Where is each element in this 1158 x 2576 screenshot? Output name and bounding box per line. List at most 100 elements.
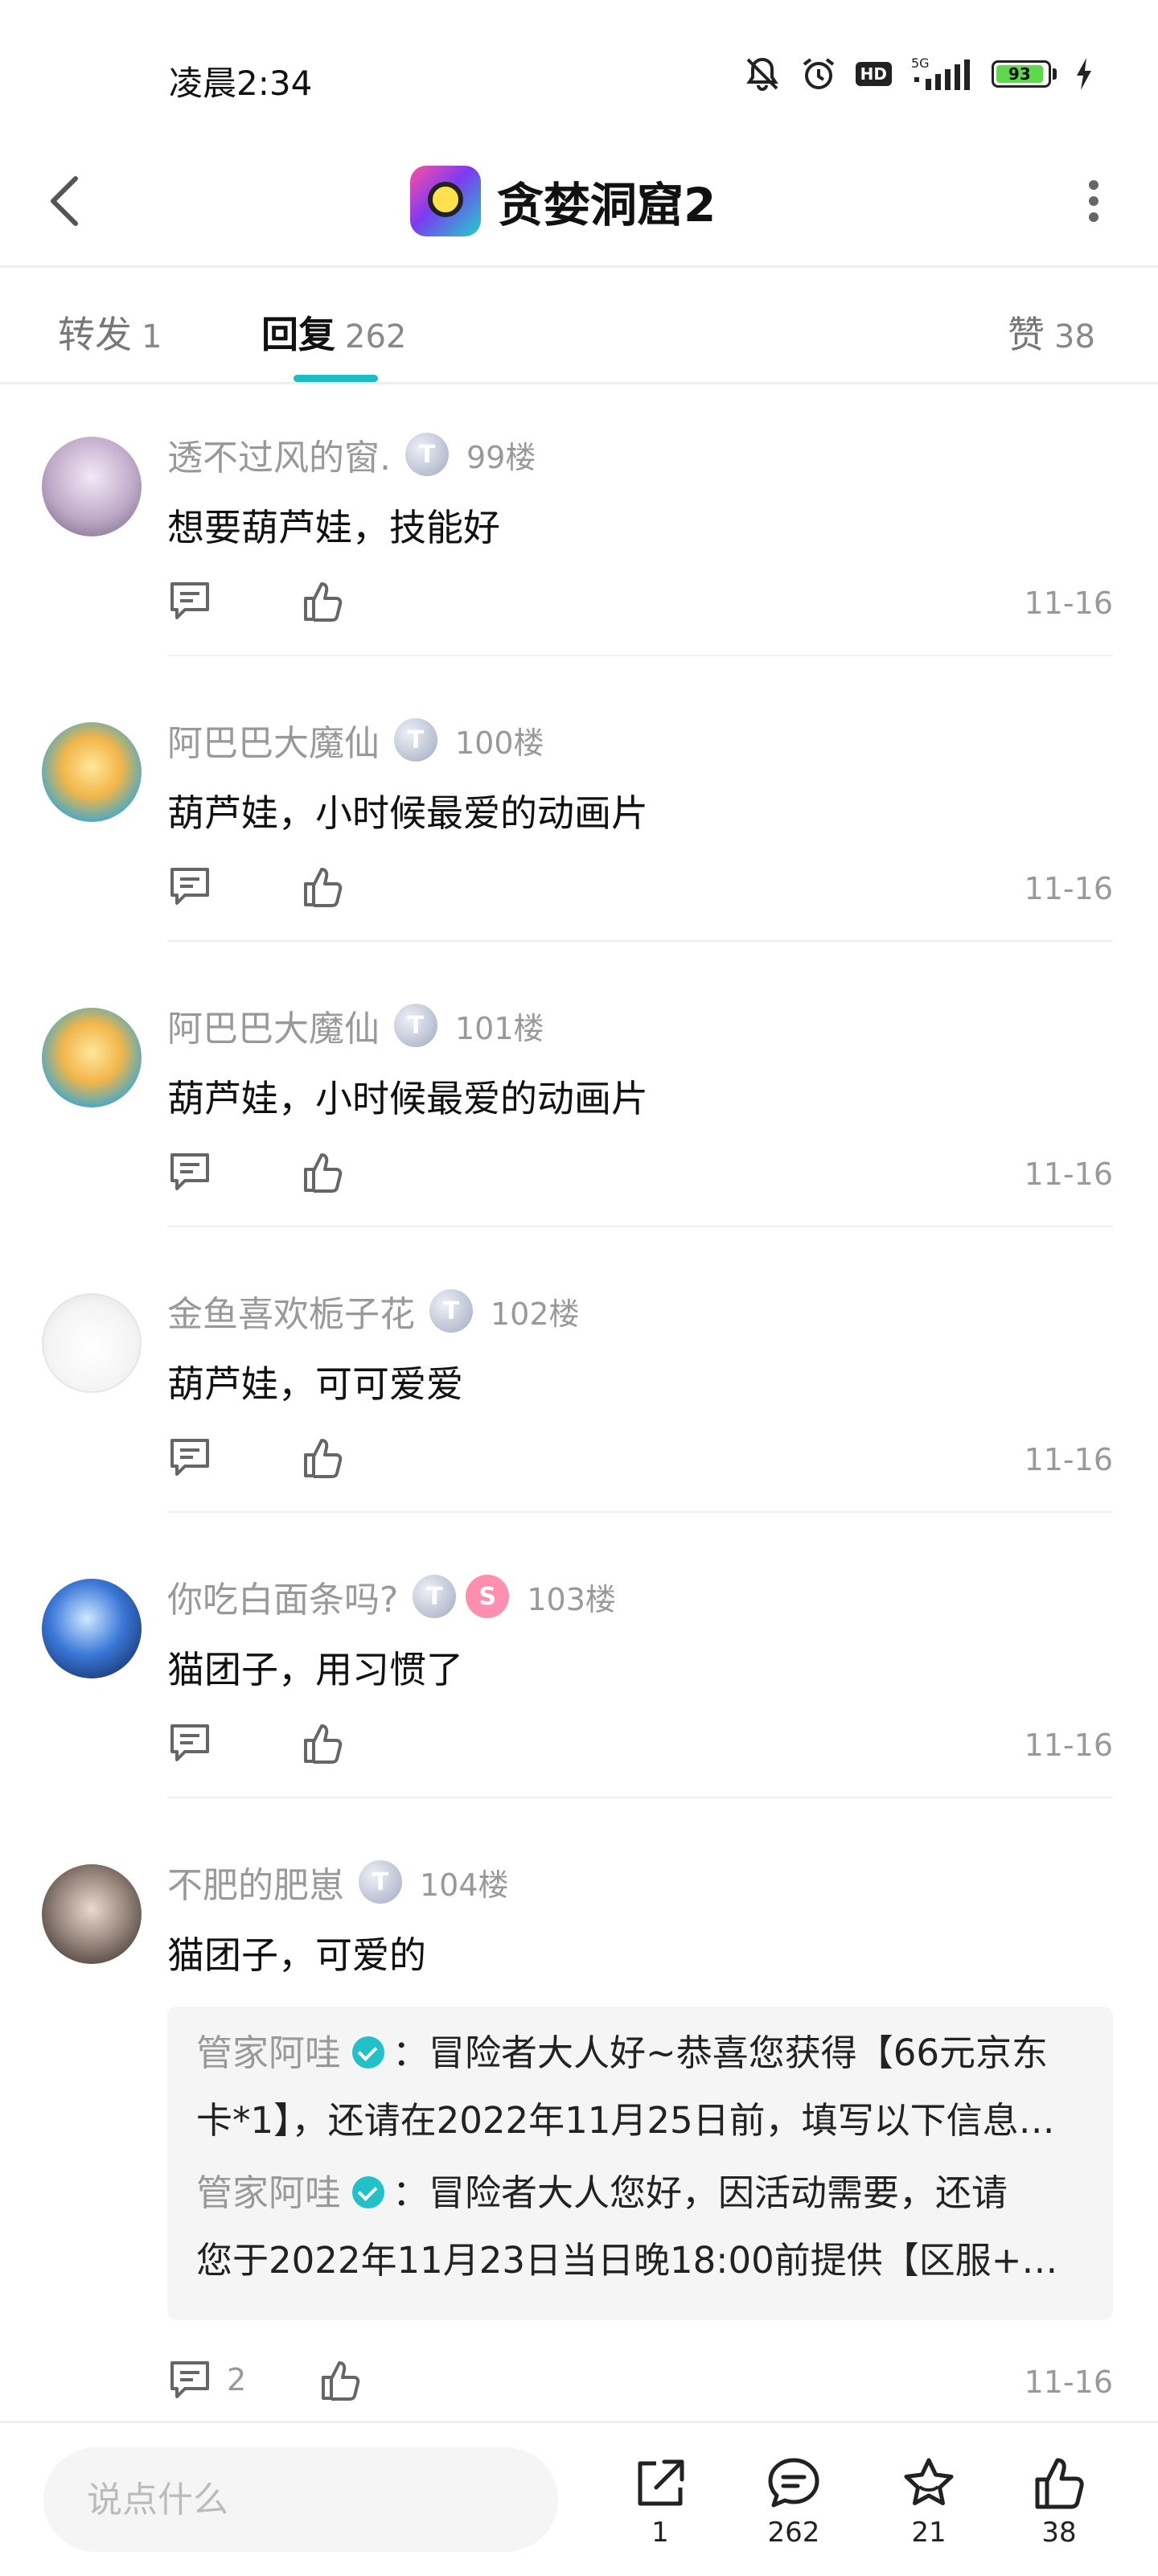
- avatar[interactable]: [42, 1293, 142, 1393]
- hd-icon: HD: [855, 62, 892, 86]
- comment-date: 11-16: [1024, 2364, 1113, 2400]
- floor-number: 99楼: [466, 439, 536, 475]
- sub-reply-author[interactable]: 管家阿哇: [196, 2171, 341, 2214]
- more-dots-icon: [1089, 180, 1098, 222]
- game-icon: [410, 166, 481, 236]
- tab-forward[interactable]: 转发 1: [58, 306, 162, 359]
- username[interactable]: 透不过风的窗.: [167, 429, 391, 480]
- special-badge-icon: S: [466, 1575, 510, 1618]
- tab-label: 转发: [58, 313, 132, 356]
- tab-bar: 转发 1 回复 262 赞 38: [0, 273, 1158, 382]
- tab-count: 262: [345, 318, 407, 355]
- like-button[interactable]: [301, 865, 344, 908]
- network-label: 5G: [911, 55, 930, 71]
- favorite-count: 21: [911, 2516, 947, 2549]
- favorite-button[interactable]: 21: [885, 2455, 973, 2549]
- thumbs-up-icon: [304, 582, 343, 622]
- avatar[interactable]: [42, 1864, 142, 1964]
- level-badge-icon: T: [394, 1004, 437, 1047]
- divider: [167, 940, 1113, 942]
- like-button[interactable]: [301, 1150, 344, 1194]
- back-button[interactable]: [32, 169, 96, 233]
- sub-reply-line: 管家阿哇 ：冒险者大人您好，因活动需要，还请: [196, 2159, 1084, 2227]
- tab-label: 赞: [1008, 313, 1045, 356]
- comment-text[interactable]: 葫芦娃，可可爱爱: [167, 1355, 463, 1408]
- comment-text[interactable]: 葫芦娃，小时候最爱的动画片: [167, 1070, 648, 1123]
- verified-check-icon: [352, 2176, 385, 2208]
- comment-text[interactable]: 猫团子，可爱的: [167, 1926, 426, 1979]
- more-button[interactable]: [1062, 169, 1126, 233]
- like-button[interactable]: [301, 1721, 344, 1765]
- comment-text[interactable]: 猫团子，用习惯了: [167, 1641, 463, 1694]
- comment-date: 11-16: [1024, 871, 1113, 906]
- like-button[interactable]: [318, 2358, 362, 2401]
- username[interactable]: 阿巴巴大魔仙: [167, 1000, 380, 1051]
- chevron-left-icon: [51, 176, 78, 226]
- sub-reply-line: 您于2022年11月23日当日晚18:00前提供【区服+…: [196, 2227, 1084, 2295]
- floor-number: 101楼: [455, 1010, 544, 1046]
- thumbs-up-icon: [304, 1724, 343, 1764]
- avatar[interactable]: [42, 1008, 142, 1107]
- thumbs-up-icon: [304, 868, 343, 907]
- reply-icon: [170, 868, 209, 905]
- reply-icon: [170, 582, 209, 619]
- divider: [167, 1797, 1113, 1798]
- like-button[interactable]: [301, 579, 344, 622]
- avatar[interactable]: [42, 722, 142, 822]
- charging-icon: [1074, 56, 1094, 92]
- signal-icon: 5G: [910, 55, 974, 93]
- floor-number: 100楼: [455, 725, 544, 761]
- reply-button[interactable]: [167, 581, 212, 621]
- reply-button[interactable]: [167, 1723, 212, 1763]
- divider: [0, 265, 1158, 268]
- comment-actions: 2: [167, 2358, 362, 2401]
- tab-count: 38: [1054, 318, 1095, 355]
- reply-icon: [170, 1724, 209, 1761]
- like-post-button[interactable]: 38: [1015, 2455, 1103, 2549]
- username[interactable]: 不肥的肥崽: [167, 1856, 344, 1908]
- active-tab-indicator: [294, 375, 378, 382]
- share-count: 1: [651, 2516, 669, 2549]
- tab-replies[interactable]: 回复 262: [261, 306, 406, 359]
- sub-reply-text: ：冒险者大人您好，因活动需要，还请: [392, 2171, 1008, 2214]
- comment-date: 11-16: [1024, 585, 1113, 621]
- avatar[interactable]: [42, 1579, 142, 1678]
- battery-icon: 93: [992, 60, 1057, 88]
- sub-reply-author[interactable]: 管家阿哇: [196, 2032, 341, 2074]
- reply-icon: [170, 2361, 209, 2398]
- comment-text[interactable]: 葫芦娃，小时候最爱的动画片: [167, 784, 648, 837]
- bottom-bar: 1 262 21 38: [0, 2421, 1158, 2576]
- username[interactable]: 金鱼喜欢栀子花: [167, 1285, 415, 1337]
- status-time: 凌晨2:34: [169, 64, 313, 103]
- share-button[interactable]: 1: [616, 2455, 704, 2549]
- comment-button[interactable]: 262: [749, 2455, 838, 2549]
- sub-reply-text: 卡*1】，还请在2022年11月25日前，填写以下信息…: [196, 2099, 1055, 2142]
- sub-replies-box[interactable]: 管家阿哇 ：冒险者大人好~恭喜您获得【66元京东 卡*1】，还请在2022年11月…: [167, 2007, 1113, 2320]
- reply-button[interactable]: [167, 1152, 212, 1192]
- floor-number: 102楼: [491, 1296, 580, 1332]
- comment-date: 11-16: [1024, 1728, 1113, 1763]
- reply-button[interactable]: 2: [167, 2360, 246, 2400]
- status-bar: 凌晨2:34 HD 5G 93: [0, 0, 1158, 145]
- mute-bell-icon: [743, 55, 782, 93]
- username[interactable]: 你吃白面条吗?: [167, 1571, 398, 1622]
- comment-input[interactable]: [43, 2447, 558, 2552]
- level-badge-icon: T: [413, 1575, 457, 1618]
- tab-label: 回复: [261, 313, 335, 356]
- divider: [167, 1511, 1113, 1513]
- reply-button[interactable]: [167, 1437, 212, 1477]
- battery-level: 93: [996, 64, 1043, 84]
- divider: [167, 655, 1113, 656]
- like-count: 38: [1041, 2516, 1077, 2549]
- like-button[interactable]: [301, 1436, 344, 1479]
- sub-reply-line: 管家阿哇 ：冒险者大人好~恭喜您获得【66元京东: [196, 2019, 1084, 2087]
- tab-likes[interactable]: 赞 38: [1008, 306, 1095, 359]
- divider: [0, 382, 1158, 384]
- thumbs-up-icon: [322, 2361, 360, 2401]
- reply-button[interactable]: [167, 866, 212, 906]
- thumbs-up-icon: [1035, 2458, 1084, 2509]
- comment-text[interactable]: 想要葫芦娃，技能好: [167, 499, 500, 552]
- avatar[interactable]: [42, 437, 142, 536]
- username[interactable]: 阿巴巴大魔仙: [167, 714, 380, 766]
- comment-count: 262: [767, 2516, 820, 2549]
